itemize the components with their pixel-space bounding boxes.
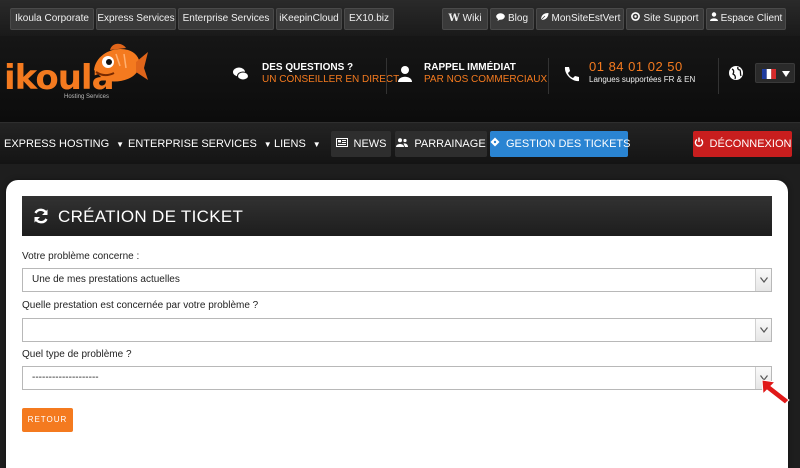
problem-type-label: Quel type de problème ? bbox=[22, 349, 132, 360]
user-icon bbox=[709, 9, 718, 29]
ticket-icon bbox=[490, 132, 500, 158]
topbar-link-enterprise-services[interactable]: Enterprise Services bbox=[178, 8, 274, 30]
ticket-title-bar: CRÉATION DE TICKET bbox=[22, 196, 772, 236]
select-value: -------------------- bbox=[32, 372, 99, 383]
main-nav: EXPRESS HOSTING ▼ ENTERPRISE SERVICES ▼ LI… bbox=[0, 122, 800, 164]
wiki-icon: W bbox=[448, 13, 460, 24]
nav-item-express-hosting[interactable]: EXPRESS HOSTING ▼ bbox=[4, 131, 124, 157]
nav-item-liens[interactable]: LIENS ▼ bbox=[274, 131, 321, 157]
news-button[interactable]: NEWS bbox=[331, 131, 391, 157]
logo-subtitle: Hosting Services bbox=[64, 94, 110, 100]
newspaper-icon bbox=[335, 132, 348, 158]
phone-languages: Langues supportées FR & EN bbox=[589, 75, 696, 84]
language-selector[interactable] bbox=[755, 63, 795, 83]
caret-down-icon: ▼ bbox=[263, 140, 272, 149]
users-icon bbox=[396, 132, 409, 158]
ticket-management-label: GESTION DES TICKETS bbox=[506, 138, 631, 150]
questions-block[interactable]: DES QUESTIONS ? UN CONSEILLER EN DIRECT bbox=[262, 62, 399, 86]
caret-down-icon: ▼ bbox=[116, 140, 125, 149]
topbar-link-label: Wiki bbox=[462, 13, 482, 24]
questions-subtitle: UN CONSEILLER EN DIRECT bbox=[262, 74, 400, 85]
topbar-link-espace-client[interactable]: Espace Client bbox=[706, 8, 786, 30]
callback-block[interactable]: RAPPEL IMMÉDIAT PAR NOS COMMERCIAUX bbox=[424, 62, 547, 86]
chevron-down-icon bbox=[760, 277, 768, 283]
flag-fr-icon bbox=[762, 69, 776, 79]
phone-block[interactable]: 01 84 01 02 50 Langues supportées FR & E… bbox=[589, 60, 695, 85]
topbar-link-label: Espace Client bbox=[720, 13, 783, 24]
problem-type-select[interactable]: -------------------- bbox=[22, 366, 772, 390]
ticket-management-button[interactable]: GESTION DES TICKETS bbox=[490, 131, 631, 158]
chevron-down-icon bbox=[782, 71, 790, 77]
topbar-link-ex10[interactable]: EX10.biz bbox=[344, 8, 394, 30]
phone-icon bbox=[564, 67, 579, 82]
service-concerned-select[interactable] bbox=[22, 318, 772, 342]
caret-down-icon: ▼ bbox=[312, 140, 321, 149]
parrainage-label: PARRAINAGE bbox=[414, 138, 486, 150]
topbar-link-site-support[interactable]: Site Support bbox=[626, 8, 704, 30]
topbar-link-label: MonSiteEstVert bbox=[551, 13, 621, 24]
topbar-link-ikoula-corporate[interactable]: Ikoula Corporate bbox=[10, 8, 94, 30]
questions-title: DES QUESTIONS ? bbox=[262, 62, 354, 73]
globe-icon[interactable] bbox=[728, 65, 744, 81]
callback-subtitle: PAR NOS COMMERCIAUX bbox=[424, 74, 548, 85]
site-header: ikoula Hosting Services DES QUESTIONS ? … bbox=[0, 36, 800, 122]
select-arrow[interactable] bbox=[755, 319, 771, 341]
select-value: Une de mes prestations actuelles bbox=[32, 274, 180, 285]
topbar-link-label: Blog bbox=[507, 13, 528, 24]
topbar-link-monsiteestvert[interactable]: MonSiteEstVert bbox=[536, 8, 624, 30]
parrainage-button[interactable]: PARRAINAGE bbox=[395, 131, 487, 157]
problem-concerns-select[interactable]: Une de mes prestations actuelles bbox=[22, 268, 772, 292]
nav-item-label: LIENS bbox=[274, 138, 306, 150]
logout-button[interactable]: DÉCONNEXION bbox=[693, 131, 792, 157]
topbar-link-express-services[interactable]: Express Services bbox=[96, 8, 176, 30]
problem-concerns-label: Votre problème concerne : bbox=[22, 251, 140, 262]
topbar-link-ikeepincloud[interactable]: iKeepinCloud bbox=[276, 8, 342, 30]
fish-mascot-icon bbox=[94, 43, 148, 82]
top-bar: Ikoula Corporate Express Services Enterp… bbox=[0, 0, 800, 36]
red-arrow-pointer-icon bbox=[761, 379, 790, 405]
service-concerned-label: Quelle prestation est concernée par votr… bbox=[22, 300, 259, 311]
logout-label: DÉCONNEXION bbox=[709, 138, 792, 150]
phone-number[interactable]: 01 84 01 02 50 bbox=[589, 60, 695, 74]
leaf-icon bbox=[540, 9, 549, 29]
back-button[interactable]: RETOUR bbox=[22, 408, 73, 432]
header-divider bbox=[548, 58, 549, 94]
nav-item-enterprise-services[interactable]: ENTERPRISE SERVICES ▼ bbox=[128, 131, 272, 157]
user-icon bbox=[398, 66, 412, 82]
topbar-link-wiki[interactable]: W Wiki bbox=[442, 8, 488, 30]
page-title: CRÉATION DE TICKET bbox=[58, 207, 244, 226]
chat-icon bbox=[233, 67, 249, 81]
select-arrow[interactable] bbox=[755, 269, 771, 291]
nav-item-label: ENTERPRISE SERVICES bbox=[128, 138, 257, 150]
nav-item-label: EXPRESS HOSTING bbox=[4, 138, 110, 150]
header-divider bbox=[718, 58, 719, 94]
header-divider bbox=[386, 58, 387, 94]
power-icon bbox=[694, 132, 704, 158]
comment-icon bbox=[496, 9, 505, 29]
lifebuoy-icon bbox=[631, 9, 641, 29]
callback-title: RAPPEL IMMÉDIAT bbox=[424, 62, 516, 73]
news-label: NEWS bbox=[353, 138, 387, 150]
topbar-link-blog[interactable]: Blog bbox=[490, 8, 534, 30]
topbar-link-label: Site Support bbox=[643, 13, 699, 24]
chevron-down-icon bbox=[760, 327, 768, 333]
refresh-icon bbox=[34, 208, 48, 224]
